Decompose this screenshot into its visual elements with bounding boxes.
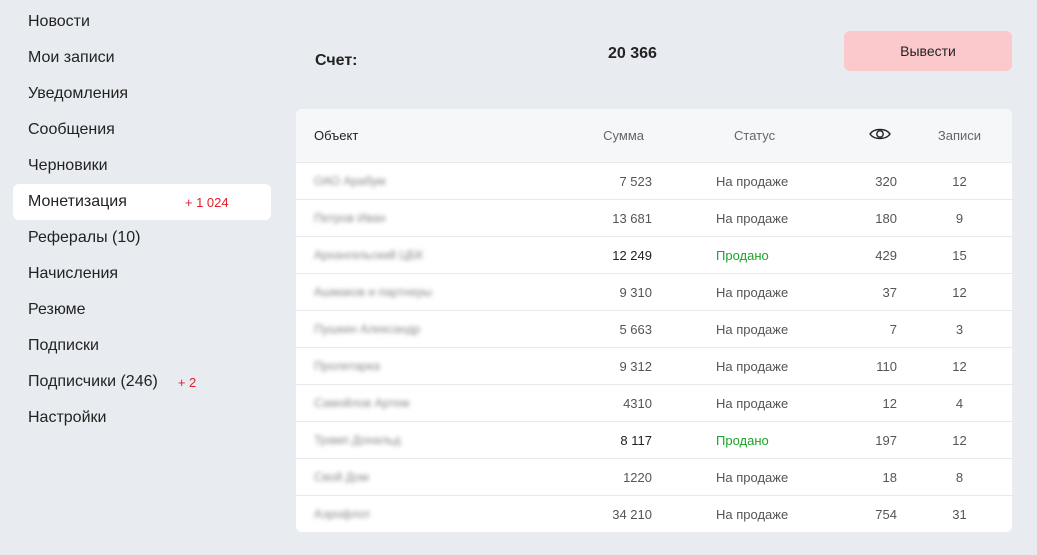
cell-views: 37 — [882, 284, 897, 300]
cell-object: Свой Дом — [314, 470, 369, 484]
sidebar-item[interactable]: Черновики — [13, 148, 271, 184]
sidebar-item[interactable]: Монетизация + 1 024 — [13, 184, 271, 220]
cell-views: 429 — [875, 247, 897, 263]
sidebar-item-badge: + 2 — [177, 374, 197, 390]
cell-object: Пушкин Александр — [314, 322, 421, 336]
sidebar-item[interactable]: Рефералы (10) — [13, 220, 271, 256]
cell-posts: 4 — [955, 395, 964, 411]
cell-status: На продаже — [716, 469, 789, 485]
table-body: ОАО Арабум 7 523 На продаже 320 12 Петров Ива… — [296, 162, 1012, 532]
header-posts[interactable]: Записи — [897, 128, 1012, 143]
cell-posts: 15 — [952, 247, 967, 263]
sidebar-item[interactable]: Подписчики (246) + 2 — [13, 364, 271, 400]
eye-icon — [869, 128, 891, 144]
sidebar-item-label: Новости — [28, 13, 90, 30]
cell-views: 110 — [876, 358, 897, 374]
sidebar-item[interactable]: Уведомления — [13, 76, 271, 112]
cell-status: На продаже — [716, 395, 789, 411]
sidebar-item-label: Подписки — [28, 337, 99, 354]
sidebar-item-label: Сообщения — [28, 121, 115, 138]
sidebar-item-label: Черновики — [28, 157, 108, 174]
cell-object: Аэрофлот — [314, 507, 371, 521]
balance-value: 20 366 — [608, 45, 657, 62]
cell-sum: 4310 — [623, 395, 652, 411]
cell-object: ОАО Арабум — [314, 174, 386, 188]
cell-posts: 9 — [955, 210, 964, 226]
cell-object: Ашмаков и партнеры — [314, 285, 433, 299]
table-row[interactable]: Самойлов Артем 4310 На продаже 12 4 — [296, 384, 1012, 421]
balance-label: Счет: — [315, 52, 358, 69]
sidebar-item[interactable]: Мои записи — [13, 40, 271, 76]
cell-object: Самойлов Артем — [314, 396, 410, 410]
header-sum[interactable]: Сумма — [496, 128, 652, 143]
cell-posts: 12 — [952, 284, 967, 300]
table-row[interactable]: Пролетарка 9 312 На продаже 110 12 — [296, 347, 1012, 384]
sidebar-item-label: Настройки — [28, 409, 107, 426]
header-object[interactable]: Объект — [296, 128, 496, 143]
sidebar-item[interactable]: Сообщения — [13, 112, 271, 148]
sales-table: Объект Сумма Статус Записи ОАО Арабум 7 5… — [296, 109, 1012, 532]
cell-views: 180 — [875, 210, 897, 226]
cell-status: На продаже — [716, 173, 789, 189]
table-row[interactable]: Петров Иван 13 681 На продаже 180 9 — [296, 199, 1012, 236]
sidebar-item-label: Резюме — [28, 301, 86, 318]
withdraw-button[interactable]: Вывести — [844, 31, 1012, 71]
sidebar-item[interactable]: Резюме — [13, 292, 271, 328]
cell-status: На продаже — [716, 321, 789, 337]
cell-sum: 13 681 — [612, 210, 652, 226]
sidebar-item[interactable]: Начисления — [13, 256, 271, 292]
cell-object: Петров Иван — [314, 211, 386, 225]
table-header: Объект Сумма Статус Записи — [296, 109, 1012, 162]
cell-sum: 5 663 — [619, 321, 652, 337]
cell-views: 7 — [889, 321, 897, 337]
cell-posts: 12 — [952, 432, 967, 448]
header-status[interactable]: Статус — [652, 128, 858, 143]
cell-status: На продаже — [716, 210, 789, 226]
cell-object: Трамп Дональд — [314, 433, 401, 447]
cell-sum: 34 210 — [612, 506, 652, 522]
cell-views: 12 — [882, 395, 897, 411]
sidebar-item[interactable]: Настройки — [13, 400, 271, 436]
cell-status: На продаже — [716, 358, 789, 374]
cell-status: Продано — [716, 247, 769, 263]
sidebar-item-label: Мои записи — [28, 49, 115, 66]
cell-sum: 1220 — [623, 469, 652, 485]
cell-views: 18 — [882, 469, 897, 485]
table-row[interactable]: ОАО Арабум 7 523 На продаже 320 12 — [296, 162, 1012, 199]
cell-posts: 12 — [952, 358, 967, 374]
sidebar-item-badge: + 1 024 — [184, 194, 229, 210]
sidebar-item-label: Подписчики (246) — [28, 373, 158, 390]
cell-status: Продано — [716, 432, 769, 448]
cell-posts: 3 — [955, 321, 964, 337]
table-row[interactable]: Трамп Дональд 8 117 Продано 197 12 — [296, 421, 1012, 458]
table-row[interactable]: Аэрофлот 34 210 На продаже 754 31 — [296, 495, 1012, 532]
table-row[interactable]: Архангельский ЦБК 12 249 Продано 429 15 — [296, 236, 1012, 273]
sidebar-item-label: Монетизация — [28, 193, 127, 210]
cell-sum: 9 310 — [619, 284, 652, 300]
sidebar-item[interactable]: Новости — [13, 4, 271, 40]
cell-status: На продаже — [716, 284, 789, 300]
table-row[interactable]: Пушкин Александр 5 663 На продаже 7 3 — [296, 310, 1012, 347]
sidebar-item-label: Начисления — [28, 265, 119, 282]
cell-posts: 8 — [955, 469, 964, 485]
cell-sum: 7 523 — [619, 173, 652, 189]
sidebar-item[interactable]: Подписки — [13, 328, 271, 364]
cell-views: 197 — [875, 432, 897, 448]
cell-sum: 9 312 — [619, 358, 652, 374]
cell-object: Архангельский ЦБК — [314, 248, 424, 262]
table-row[interactable]: Ашмаков и партнеры 9 310 На продаже 37 12 — [296, 273, 1012, 310]
cell-views: 754 — [875, 506, 897, 522]
cell-sum: 8 117 — [620, 432, 652, 448]
cell-status: На продаже — [716, 506, 789, 522]
header-views[interactable] — [858, 127, 897, 144]
cell-views: 320 — [875, 173, 897, 189]
cell-posts: 31 — [952, 506, 967, 522]
cell-object: Пролетарка — [314, 359, 380, 373]
sidebar: Новости Мои записи Уведомления Сообщения Чер… — [13, 4, 271, 436]
sidebar-item-label: Уведомления — [28, 85, 129, 102]
table-row[interactable]: Свой Дом 1220 На продаже 18 8 — [296, 458, 1012, 495]
cell-posts: 12 — [952, 173, 967, 189]
sidebar-item-label: Рефералы (10) — [28, 229, 141, 246]
cell-sum: 12 249 — [612, 247, 652, 263]
